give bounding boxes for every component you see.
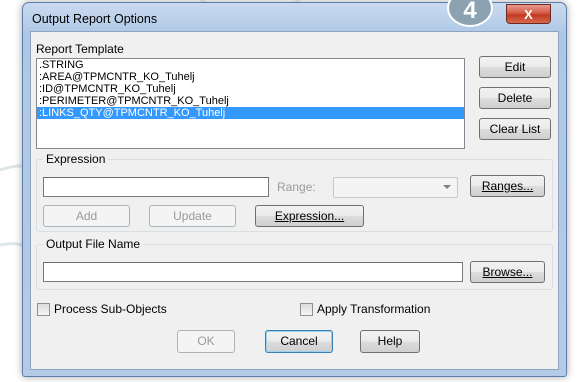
output-file-group: Output File Name Browse...: [36, 237, 553, 290]
range-label: Range:: [277, 180, 316, 194]
dialog-title: Output Report Options: [32, 12, 158, 26]
delete-button-label: Delete: [497, 91, 533, 105]
ok-button-label: OK: [197, 334, 215, 348]
list-item[interactable]: :PERIMETER@TPMCNTR_KO_Tuhelj: [37, 95, 464, 107]
process-sub-objects-label: Process Sub-Objects: [54, 302, 167, 316]
update-button[interactable]: Update: [149, 205, 236, 227]
update-button-label: Update: [173, 209, 212, 223]
ranges-button[interactable]: Ranges...: [470, 175, 545, 197]
process-sub-objects-box[interactable]: [37, 303, 50, 316]
delete-button[interactable]: Delete: [479, 87, 551, 109]
output-file-input[interactable]: [43, 262, 463, 282]
clear-list-button[interactable]: Clear List: [479, 118, 551, 140]
expression-input[interactable]: [43, 177, 269, 197]
help-button-label: Help: [377, 334, 403, 348]
apply-transformation-label: Apply Transformation: [317, 302, 431, 316]
title-bar[interactable]: Output Report Options 4 X: [23, 0, 566, 33]
apply-transformation-box[interactable]: [300, 303, 313, 316]
apply-transformation-checkbox[interactable]: Apply Transformation: [300, 302, 450, 318]
browse-button[interactable]: Browse...: [470, 261, 545, 283]
output-report-options-dialog: Output Report Options 4 X Report Templat…: [22, 0, 567, 377]
close-button[interactable]: X: [506, 4, 551, 24]
cancel-button-label: Cancel: [280, 334, 318, 348]
clear-list-button-label: Clear List: [489, 122, 541, 136]
help-button[interactable]: Help: [360, 330, 420, 353]
report-template-list[interactable]: .STRING :AREA@TPMCNTR_KO_Tuhelj :ID@TPMC…: [36, 58, 465, 149]
expression-group: Expression Range: Ranges... Add Update E…: [36, 152, 553, 232]
dialog-client-area: Report Template .STRING :AREA@TPMCNTR_KO…: [30, 31, 559, 370]
edit-button-label: Edit: [504, 60, 526, 74]
step-number-badge: 4: [447, 0, 493, 27]
chevron-down-icon: [443, 185, 451, 189]
list-item[interactable]: :ID@TPMCNTR_KO_Tuhelj: [37, 83, 464, 95]
ok-button[interactable]: OK: [177, 330, 235, 353]
cancel-button[interactable]: Cancel: [265, 330, 333, 353]
list-item-selected[interactable]: :LINKS_QTY@TPMCNTR_KO_Tuhelj: [37, 107, 464, 119]
list-item[interactable]: :AREA@TPMCNTR_KO_Tuhelj: [37, 71, 464, 83]
expression-button-label: Expression...: [274, 209, 345, 223]
expression-button[interactable]: Expression...: [255, 205, 364, 227]
process-sub-objects-checkbox[interactable]: Process Sub-Objects: [37, 302, 197, 318]
add-button[interactable]: Add: [43, 205, 130, 227]
add-button-label: Add: [75, 209, 98, 223]
report-template-label: Report Template: [36, 42, 124, 56]
ranges-button-label: Ranges...: [481, 179, 534, 193]
edit-button[interactable]: Edit: [479, 56, 551, 78]
expression-group-label: Expression: [43, 152, 109, 166]
range-select[interactable]: [333, 177, 458, 198]
output-file-group-label: Output File Name: [43, 237, 144, 251]
close-icon: X: [524, 7, 533, 22]
browse-button-label: Browse...: [482, 265, 533, 279]
list-item[interactable]: .STRING: [37, 59, 464, 71]
